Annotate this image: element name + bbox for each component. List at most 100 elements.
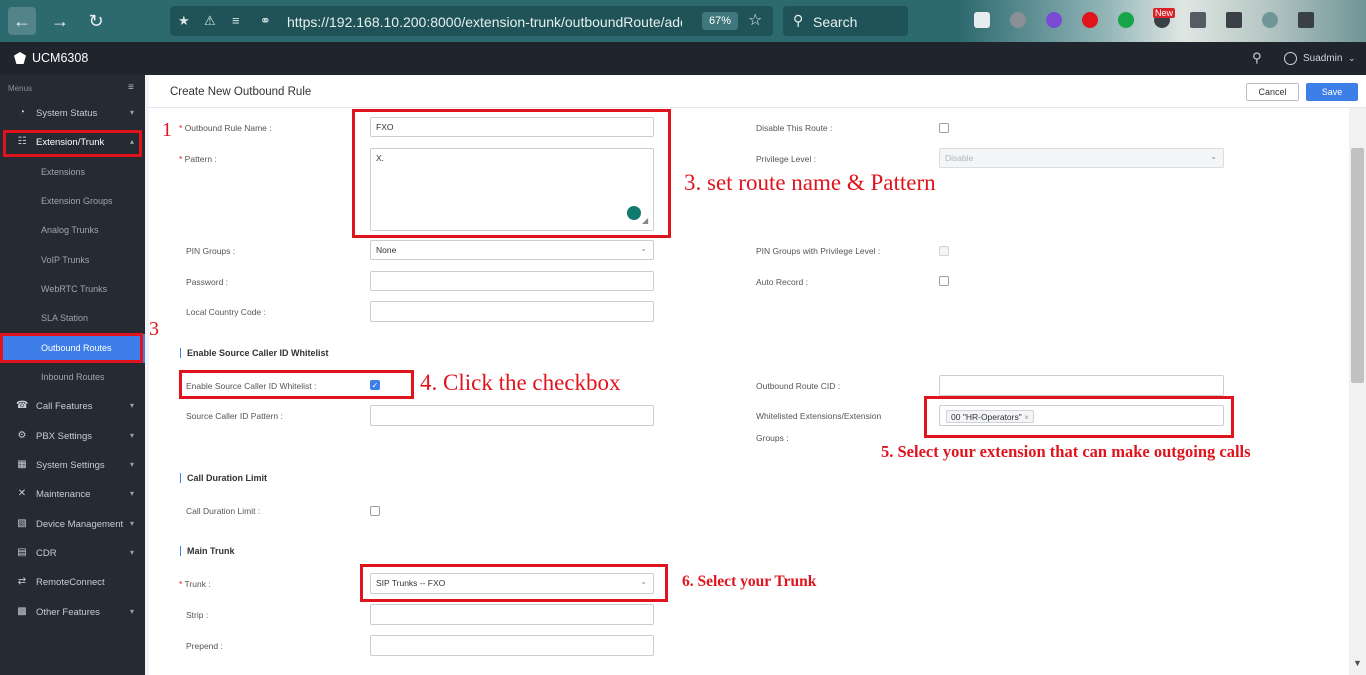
scrollbar-thumb[interactable] <box>1351 148 1364 383</box>
chevron-down-icon: ▾ <box>130 489 135 498</box>
browser-search[interactable]: ⚲ Search <box>783 6 908 36</box>
pen-icon[interactable] <box>1190 12 1206 28</box>
local-country-code-input[interactable] <box>370 301 654 322</box>
sidebar-item-call-features[interactable]: ☎ Call Features ▾ <box>0 392 145 421</box>
sidebar-item-cdr[interactable]: ▤ CDR ▾ <box>0 539 145 568</box>
outbound-route-cid-input[interactable] <box>939 375 1224 396</box>
whitelisted-extensions-label-line2: Groups : <box>756 433 789 443</box>
new-badge: New <box>1153 8 1176 18</box>
profile-icon[interactable] <box>1010 12 1026 28</box>
sidebar-subitem-extensions[interactable]: Extensions <box>0 158 145 187</box>
sidebar-item-label: System Status <box>36 108 98 119</box>
chevron-down-icon: ▾ <box>130 519 135 528</box>
disable-route-label: Disable This Route : <box>756 123 833 133</box>
adblock-icon[interactable] <box>1082 12 1098 28</box>
annotation-number-3: 3 <box>149 318 159 340</box>
url-text[interactable]: https://192.168.10.200:8000/extension-tr… <box>287 14 682 30</box>
sidebar-subitem-sla-station[interactable]: SLA Station <box>0 304 145 333</box>
extension-icon[interactable] <box>1046 12 1062 28</box>
key-icon[interactable]: ⚭ <box>260 13 271 29</box>
save-button[interactable]: Save <box>1306 83 1358 101</box>
chevron-down-icon: ▾ <box>130 401 135 410</box>
address-bar[interactable]: ★ ⚠ ≡ ⚭ https://192.168.10.200:8000/exte… <box>170 6 773 36</box>
user-name[interactable]: Suadmin <box>1303 53 1342 64</box>
grammarly-icon[interactable] <box>1118 12 1134 28</box>
gear-icon: ⚙ <box>17 430 27 441</box>
lock-warning-icon[interactable]: ⚠ <box>204 13 216 29</box>
forward-icon[interactable]: → <box>46 7 74 35</box>
pin-groups-value: None <box>376 245 397 255</box>
user-avatar-icon[interactable] <box>1284 52 1297 65</box>
sidebar: Menus ≡ ◔ System Status ▾ ☷ Extension/Tr… <box>0 75 145 675</box>
strip-label: Strip : <box>186 610 209 620</box>
sidebar-subitem-label: Analog Trunks <box>41 225 99 235</box>
menu-toggle-icon[interactable]: ≡ <box>128 82 134 93</box>
annotation-box-outbound-routes <box>0 333 143 363</box>
call-duration-limit-checkbox[interactable] <box>370 506 380 516</box>
strip-input[interactable] <box>370 604 654 625</box>
globe-icon[interactable] <box>1262 12 1278 28</box>
app-title: UCM6308 <box>32 51 89 65</box>
auto-record-checkbox[interactable] <box>939 276 949 286</box>
phone-icon: ☎ <box>16 400 29 411</box>
sidebar-subitem-extension-groups[interactable]: Extension Groups <box>0 187 145 216</box>
zoom-level[interactable]: 67% <box>702 12 738 30</box>
logo-icon <box>14 52 26 64</box>
reload-icon[interactable]: ↻ <box>82 7 110 35</box>
sidebar-item-system-status[interactable]: ◔ System Status ▾ <box>0 99 145 128</box>
bookmark-star-icon[interactable]: ☆ <box>748 10 762 30</box>
sidebar-item-label: Call Features <box>36 401 93 412</box>
cancel-button[interactable]: Cancel <box>1246 83 1299 101</box>
shield-icon[interactable]: ★ <box>178 13 190 29</box>
pin-groups-select[interactable]: None ⌄ <box>370 240 654 260</box>
outbound-route-cid-label: Outbound Route CID : <box>756 381 841 391</box>
sidebar-subitem-analog-trunks[interactable]: Analog Trunks <box>0 216 145 245</box>
call-duration-limit-label: Call Duration Limit : <box>186 506 261 516</box>
outbound-rule-name-label: * Outbound Rule Name : <box>179 123 272 133</box>
sidebar-item-system-settings[interactable]: ▦ System Settings ▾ <box>0 451 145 480</box>
chevron-down-icon: ▾ <box>130 607 135 616</box>
source-caller-pattern-input[interactable] <box>370 405 654 426</box>
sidebar-item-remoteconnect[interactable]: ⇄ RemoteConnect <box>0 568 145 597</box>
chevron-down-icon: ▾ <box>130 108 135 117</box>
sidebar-subitem-label: Extension Groups <box>41 196 113 206</box>
sidebar-subitem-label: WebRTC Trunks <box>41 284 108 294</box>
sidebar-icon[interactable] <box>1298 12 1314 28</box>
annotation-step-3: 3. set route name & Pattern <box>684 170 936 195</box>
sidebar-item-label: RemoteConnect <box>36 577 105 588</box>
sidebar-subitem-inbound-routes[interactable]: Inbound Routes <box>0 363 145 392</box>
back-icon[interactable]: ← <box>8 7 36 35</box>
sidebar-item-maintenance[interactable]: ✕ Maintenance ▾ <box>0 480 145 509</box>
annotation-number-1: 1 <box>162 119 172 141</box>
header-search-icon[interactable]: ⚲ <box>1252 50 1262 66</box>
scroll-down-icon[interactable]: ▼ <box>1353 658 1362 668</box>
sidebar-item-other-features[interactable]: ▩ Other Features ▾ <box>0 598 145 627</box>
prepend-input[interactable] <box>370 635 654 656</box>
page-header: Create New Outbound Rule Cancel Save <box>149 75 1366 108</box>
chevron-down-icon[interactable]: ⌄ <box>1348 53 1356 64</box>
sidebar-item-label: Other Features <box>36 607 100 618</box>
sidebar-item-pbx-settings[interactable]: ⚙ PBX Settings ▾ <box>0 422 145 451</box>
pin-groups-label: PIN Groups : <box>186 246 236 256</box>
pin-groups-privilege-label: PIN Groups with Privilege Level : <box>756 246 881 256</box>
permissions-icon[interactable]: ≡ <box>232 13 240 28</box>
sidebar-subitem-voip-trunks[interactable]: VoIP Trunks <box>0 246 145 275</box>
section-whitelist-title: Enable Source Caller ID Whitelist <box>180 348 329 358</box>
sidebar-item-device-management[interactable]: ▧ Device Management ▾ <box>0 510 145 539</box>
sidebar-item-label: Device Management <box>36 519 124 530</box>
menus-label: Menus <box>8 84 33 93</box>
whitelisted-extensions-label-line1: Whitelisted Extensions/Extension <box>756 411 882 421</box>
source-caller-pattern-label: Source Caller ID Pattern : <box>186 411 283 421</box>
pocket-icon[interactable] <box>974 12 990 28</box>
disable-route-checkbox[interactable] <box>939 123 949 133</box>
sidebar-subitem-webrtc-trunks[interactable]: WebRTC Trunks <box>0 275 145 304</box>
remote-connect-icon: ⇄ <box>17 576 27 587</box>
sidebar-subitem-label: Inbound Routes <box>41 372 105 382</box>
password-input[interactable] <box>370 271 654 291</box>
screenshot-icon[interactable] <box>1226 12 1242 28</box>
annotation-step-4: 4. Click the checkbox <box>420 370 621 395</box>
privilege-level-label: Privilege Level : <box>756 154 817 164</box>
section-duration-title: Call Duration Limit <box>180 473 267 483</box>
sidebar-item-label: CDR <box>36 548 57 559</box>
browser-search-placeholder: Search <box>813 14 858 30</box>
